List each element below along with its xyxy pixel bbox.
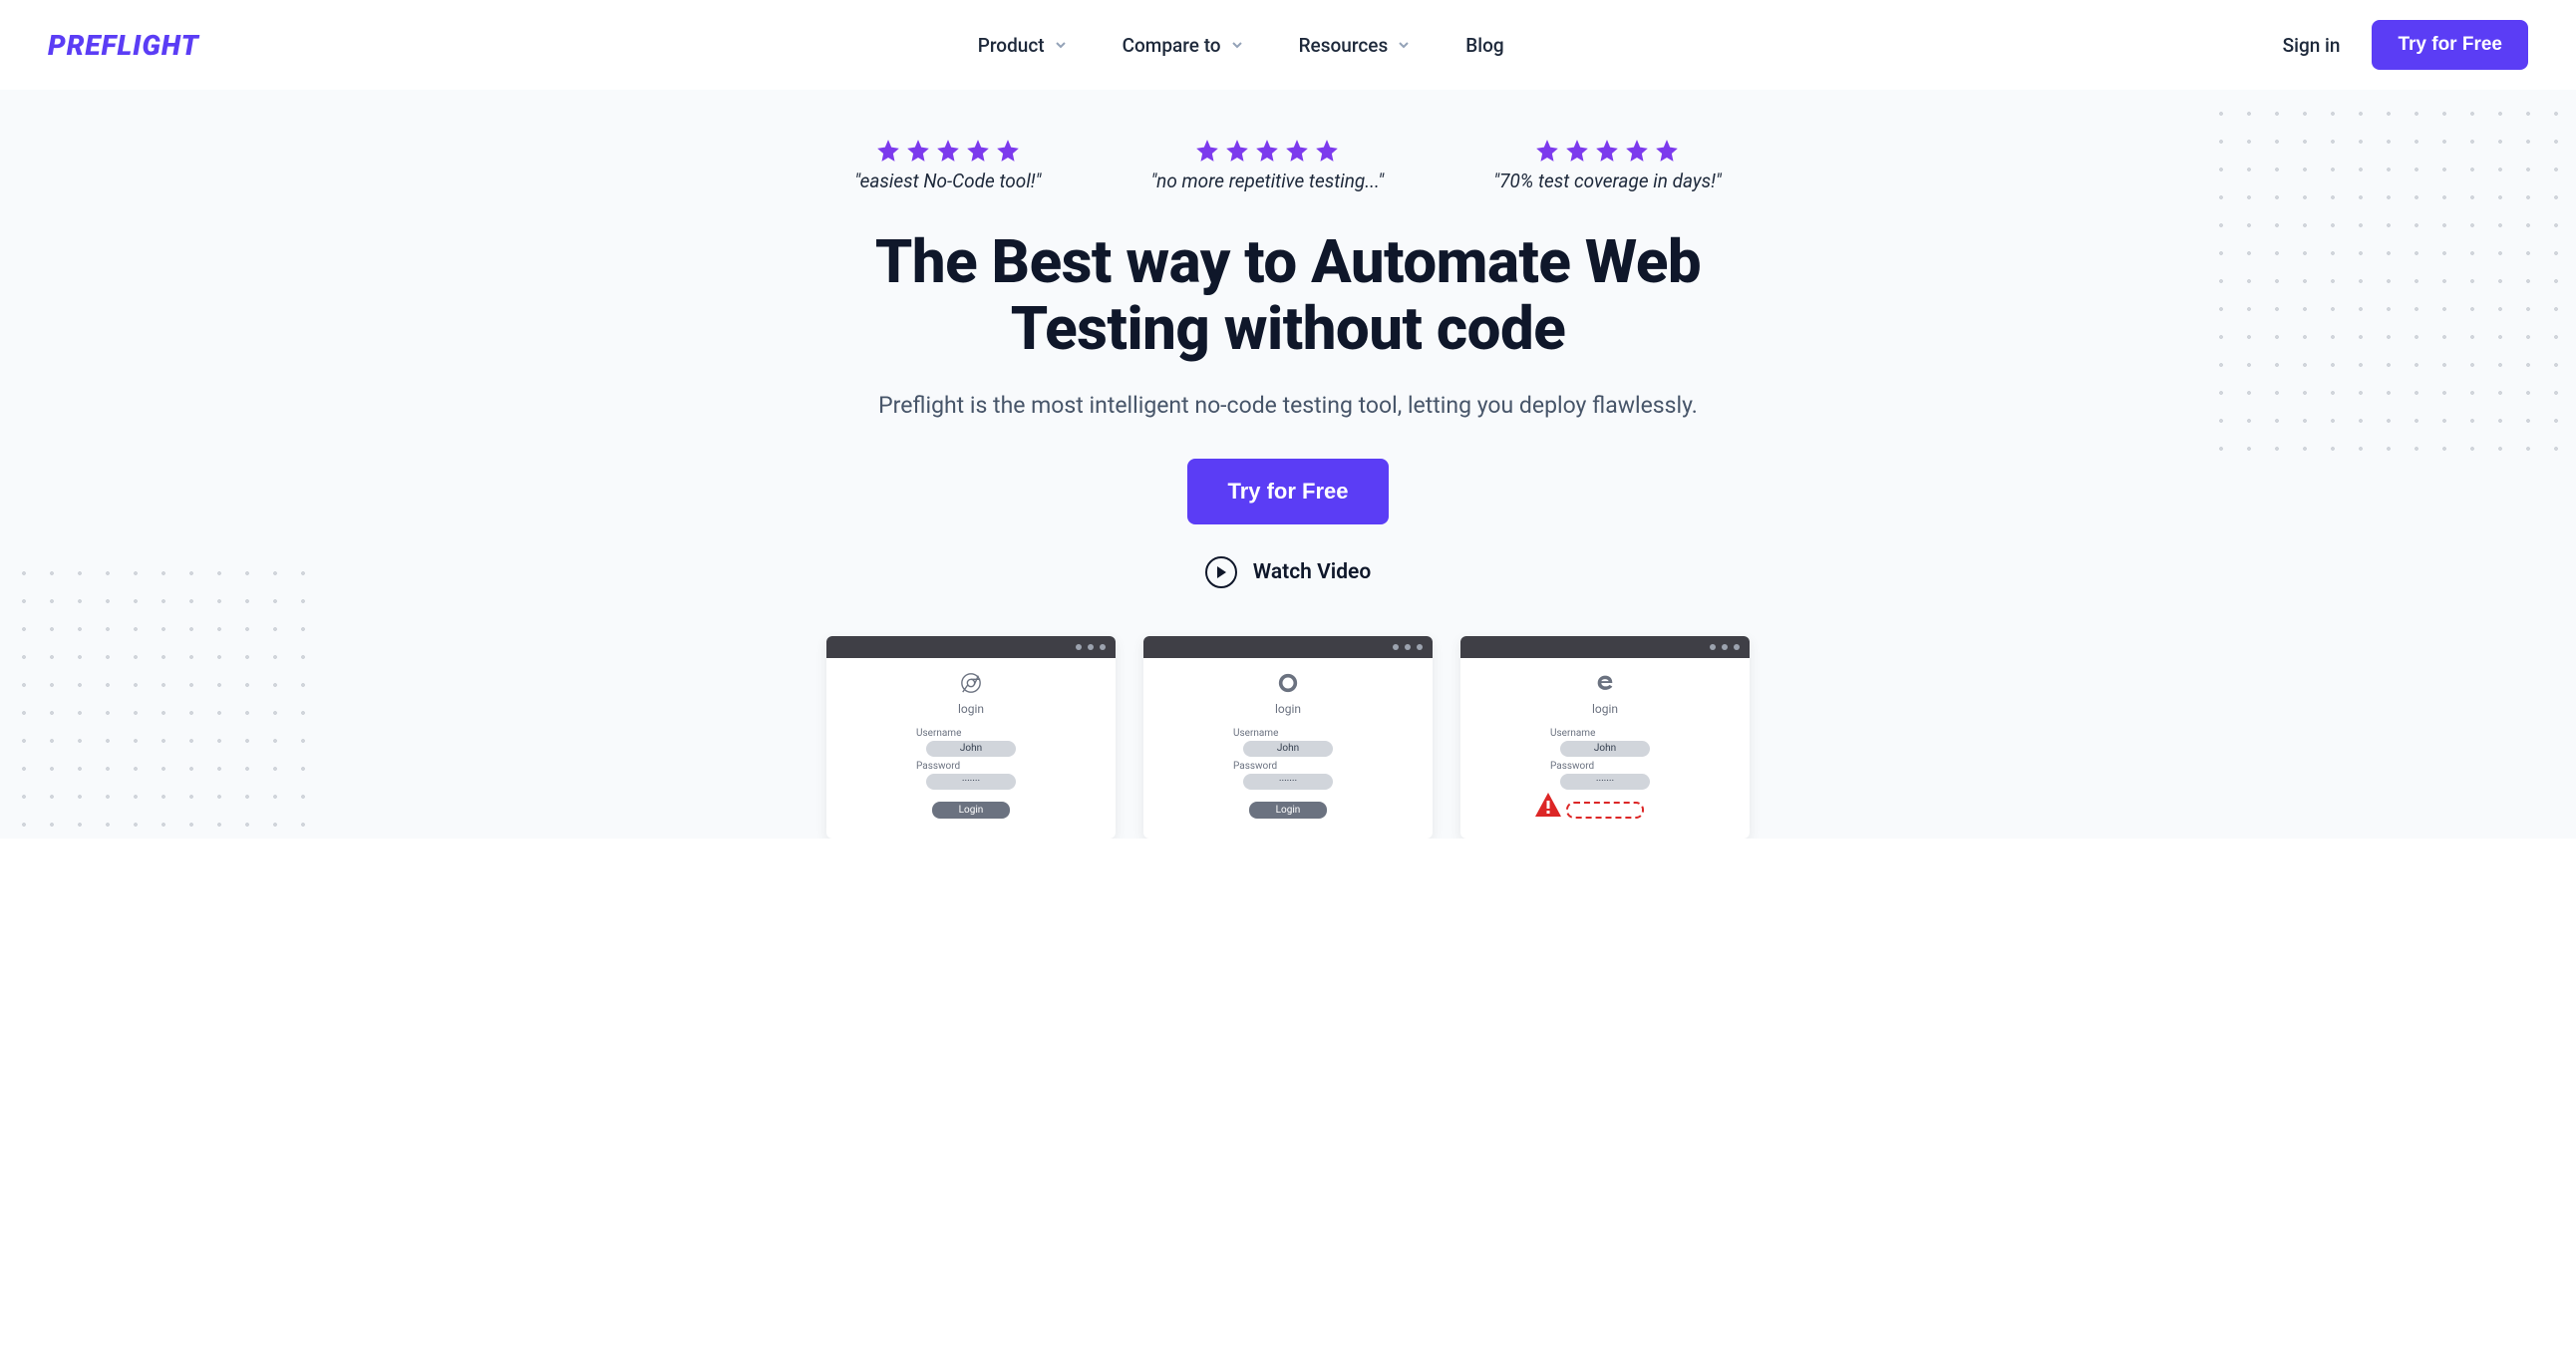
nav-blog[interactable]: Blog bbox=[1465, 34, 1503, 57]
firefox-icon bbox=[1277, 672, 1299, 694]
preview-username-label: Username bbox=[1550, 728, 1595, 739]
preview-login-title: login bbox=[1275, 702, 1301, 716]
browser-previews: login Username John Password ······· Log… bbox=[0, 636, 2576, 839]
preview-username-label: Username bbox=[916, 728, 961, 739]
browser-preview-chrome: login Username John Password ······· Log… bbox=[826, 636, 1116, 839]
browser-titlebar bbox=[826, 636, 1116, 658]
star-icon bbox=[1534, 138, 1560, 164]
star-icon bbox=[1314, 138, 1340, 164]
nav-label: Blog bbox=[1465, 34, 1503, 57]
star-icon bbox=[1254, 138, 1280, 164]
preview-login-button-error: x bbox=[1566, 802, 1644, 819]
preview-login-title: login bbox=[1592, 702, 1618, 716]
star-rating bbox=[875, 138, 1021, 164]
preview-login-title: login bbox=[958, 702, 984, 716]
preview-password-input: ······· bbox=[1243, 774, 1333, 790]
preview-username-input: John bbox=[926, 741, 1016, 757]
chevron-down-icon bbox=[1231, 39, 1243, 51]
chevron-down-icon bbox=[1055, 39, 1067, 51]
try-free-button[interactable]: Try for Free bbox=[2372, 20, 2528, 70]
browser-titlebar bbox=[1143, 636, 1433, 658]
star-icon bbox=[875, 138, 901, 164]
nav-label: Resources bbox=[1299, 34, 1389, 57]
star-icon bbox=[965, 138, 991, 164]
hero-subtitle: Preflight is the most intelligent no-cod… bbox=[0, 392, 2576, 419]
chevron-down-icon bbox=[1398, 39, 1410, 51]
star-icon bbox=[1624, 138, 1650, 164]
preview-password-label: Password bbox=[1550, 761, 1594, 772]
star-icon bbox=[1284, 138, 1310, 164]
review-quote: "easiest No-Code tool!" bbox=[854, 170, 1041, 192]
preview-password-input: ······· bbox=[1560, 774, 1650, 790]
nav-label: Product bbox=[978, 34, 1045, 57]
preview-username-input: John bbox=[1243, 741, 1333, 757]
review-item: "70% test coverage in days!" bbox=[1493, 138, 1722, 192]
watch-video-label: Watch Video bbox=[1253, 560, 1371, 584]
preview-login-button: Login bbox=[1249, 802, 1327, 819]
star-icon bbox=[1564, 138, 1590, 164]
preview-username-input: John bbox=[1560, 741, 1650, 757]
preview-login-button: Login bbox=[932, 802, 1010, 819]
star-rating bbox=[1194, 138, 1340, 164]
ie-icon bbox=[1594, 672, 1616, 694]
star-icon bbox=[995, 138, 1021, 164]
warning-icon bbox=[1535, 793, 1561, 821]
preview-password-label: Password bbox=[916, 761, 960, 772]
reviews-row: "easiest No-Code tool!" "no more repetit… bbox=[0, 138, 2576, 192]
main-nav: Product Compare to Resources Blog bbox=[978, 34, 1504, 57]
preview-password-input: ······· bbox=[926, 774, 1016, 790]
browser-preview-ie: login Username John Password ······· x bbox=[1460, 636, 1750, 839]
hero-cta-button[interactable]: Try for Free bbox=[1187, 459, 1388, 524]
star-icon bbox=[1594, 138, 1620, 164]
sign-in-link[interactable]: Sign in bbox=[2283, 34, 2341, 57]
review-quote: "70% test coverage in days!" bbox=[1493, 170, 1722, 192]
nav-compare[interactable]: Compare to bbox=[1123, 34, 1243, 57]
star-icon bbox=[1224, 138, 1250, 164]
browser-preview-firefox: login Username John Password ······· Log… bbox=[1143, 636, 1433, 839]
star-icon bbox=[1194, 138, 1220, 164]
watch-video-link[interactable]: Watch Video bbox=[0, 556, 2576, 588]
nav-resources[interactable]: Resources bbox=[1299, 34, 1411, 57]
browser-titlebar bbox=[1460, 636, 1750, 658]
chrome-icon bbox=[960, 672, 982, 694]
review-item: "easiest No-Code tool!" bbox=[854, 138, 1041, 192]
star-icon bbox=[905, 138, 931, 164]
logo[interactable]: PREFLIGHT bbox=[48, 29, 199, 62]
star-icon bbox=[935, 138, 961, 164]
preview-username-label: Username bbox=[1233, 728, 1278, 739]
logo-text: PREFLIGHT bbox=[48, 29, 199, 62]
play-icon bbox=[1205, 556, 1237, 588]
preview-password-label: Password bbox=[1233, 761, 1277, 772]
star-rating bbox=[1534, 138, 1680, 164]
star-icon bbox=[1654, 138, 1680, 164]
hero-title: The Best way to Automate Web Testing wit… bbox=[790, 228, 1786, 362]
review-item: "no more repetitive testing..." bbox=[1150, 138, 1384, 192]
nav-label: Compare to bbox=[1123, 34, 1221, 57]
nav-product[interactable]: Product bbox=[978, 34, 1067, 57]
review-quote: "no more repetitive testing..." bbox=[1150, 170, 1384, 192]
